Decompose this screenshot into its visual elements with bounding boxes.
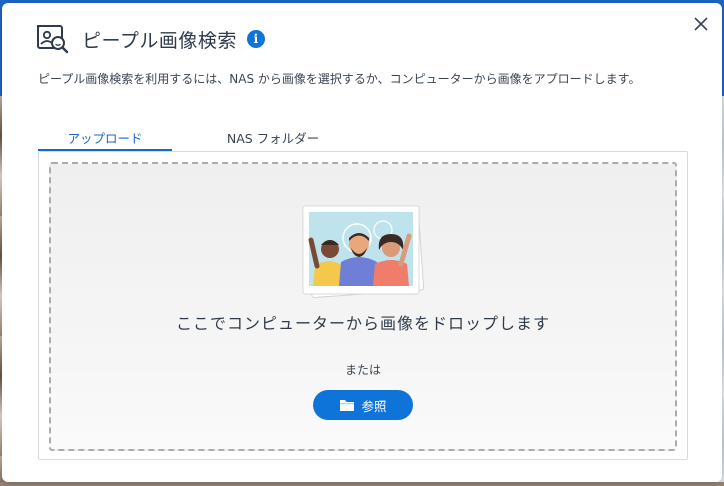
dialog-header: ピープル画像検索 i — [36, 21, 265, 57]
people-search-icon — [37, 25, 69, 54]
background-thumbnails-bottom — [0, 482, 724, 486]
upload-panel: ここでコンピューターから画像をドロップします または 参照 — [38, 151, 688, 460]
tab-upload[interactable]: アップロード — [38, 125, 172, 151]
or-separator: または — [344, 363, 381, 377]
dialog-title: ピープル画像検索 — [82, 29, 237, 52]
tab-nas-folder[interactable]: NAS フォルダー — [206, 125, 340, 151]
close-icon[interactable] — [692, 15, 710, 33]
browse-button-label: 参照 — [361, 398, 387, 414]
folder-icon — [340, 400, 355, 411]
drop-zone[interactable]: ここでコンピューターから画像をドロップします または 参照 — [49, 162, 677, 451]
browse-button[interactable]: 参照 — [313, 390, 413, 420]
info-icon[interactable]: i — [246, 30, 265, 48]
source-tabs: アップロード NAS フォルダー — [38, 125, 340, 151]
people-search-dialog: ピープル画像検索 i ピープル画像検索を利用するには、NAS から画像を選択する… — [2, 3, 722, 482]
dialog-description: ピープル画像検索を利用するには、NAS から画像を選択するか、コンピューターから… — [38, 72, 641, 86]
drop-instruction: ここでコンピューターから画像をドロップします — [175, 314, 550, 333]
people-photo-illustration — [302, 205, 425, 299]
